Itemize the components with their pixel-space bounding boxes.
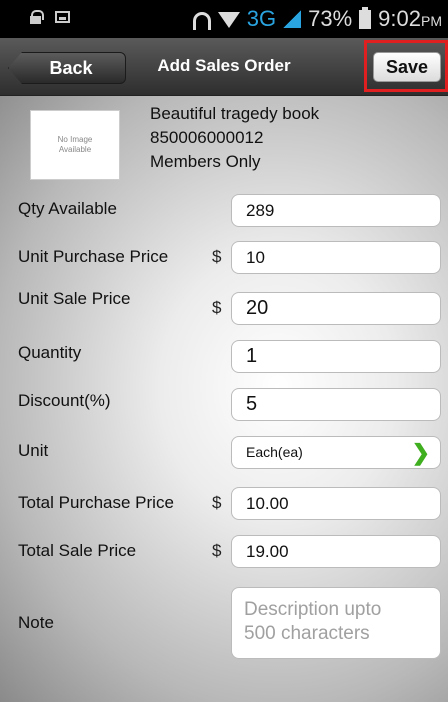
chevron-right-icon: ❯ — [411, 440, 430, 465]
unit-sale-currency: $ — [212, 298, 222, 317]
network-type: 3G — [246, 6, 277, 31]
discount-field[interactable]: 5 — [231, 388, 441, 421]
lock-icon — [30, 10, 44, 24]
total-purchase-currency: $ — [212, 493, 222, 512]
image-icon — [55, 11, 70, 23]
total-purchase-price-label: Total Purchase Price — [18, 493, 174, 512]
wifi-icon — [217, 12, 240, 28]
status-bar: 3G 73% 9:02PM — [0, 0, 448, 38]
unit-sale-price-label: Unit Sale Price — [18, 289, 131, 308]
form-content: No Image Available Beautiful tragedy boo… — [0, 96, 448, 702]
total-sale-price-field: 19.00 — [231, 535, 441, 568]
battery-icon — [359, 6, 372, 29]
note-placeholder-line2: 500 characters — [244, 623, 370, 644]
headset-icon — [192, 11, 211, 30]
unit-value: Each(ea) — [246, 444, 303, 460]
unit-purchase-price-label: Unit Purchase Price — [18, 247, 169, 266]
quantity-label: Quantity — [18, 343, 82, 362]
unit-selector[interactable]: Each(ea) ❯ — [231, 436, 441, 469]
product-image-placeholder: No Image Available — [30, 110, 120, 180]
status-right-icons: 3G 73% 9:02PM — [192, 6, 442, 32]
status-left-icons — [30, 10, 70, 24]
clock: 9:02PM — [378, 6, 442, 32]
quantity-field[interactable]: 1 — [231, 340, 441, 373]
note-label: Note — [18, 613, 54, 632]
clock-ampm: PM — [421, 13, 442, 29]
product-info: Beautiful tragedy book 850006000012 Memb… — [150, 102, 319, 174]
total-sale-currency: $ — [212, 541, 222, 560]
product-code: 850006000012 — [150, 128, 264, 147]
product-availability: Members Only — [150, 152, 261, 171]
qty-available-field: 289 — [231, 194, 441, 227]
title-bar: Back Add Sales Order Save — [0, 38, 448, 96]
available-text: Available — [58, 145, 92, 154]
signal-icon — [283, 10, 302, 28]
unit-sale-price-field[interactable]: 20 — [231, 292, 441, 325]
note-textarea[interactable]: Description upto 500 characters — [231, 587, 441, 659]
unit-purchase-price-field[interactable]: 10 — [231, 241, 441, 274]
total-purchase-price-field: 10.00 — [231, 487, 441, 520]
product-name: Beautiful tragedy book — [150, 104, 320, 123]
no-image-text: No Image — [57, 135, 93, 144]
unit-purchase-currency: $ — [212, 247, 222, 266]
save-button[interactable]: Save — [373, 52, 441, 82]
note-placeholder-line1: Description upto — [244, 599, 382, 620]
battery-percent: 73% — [308, 6, 353, 31]
discount-label: Discount(%) — [18, 391, 111, 410]
total-sale-price-label: Total Sale Price — [18, 541, 137, 560]
unit-label: Unit — [18, 441, 49, 460]
clock-time: 9:02 — [378, 6, 421, 31]
qty-available-label: Qty Available — [18, 199, 117, 218]
